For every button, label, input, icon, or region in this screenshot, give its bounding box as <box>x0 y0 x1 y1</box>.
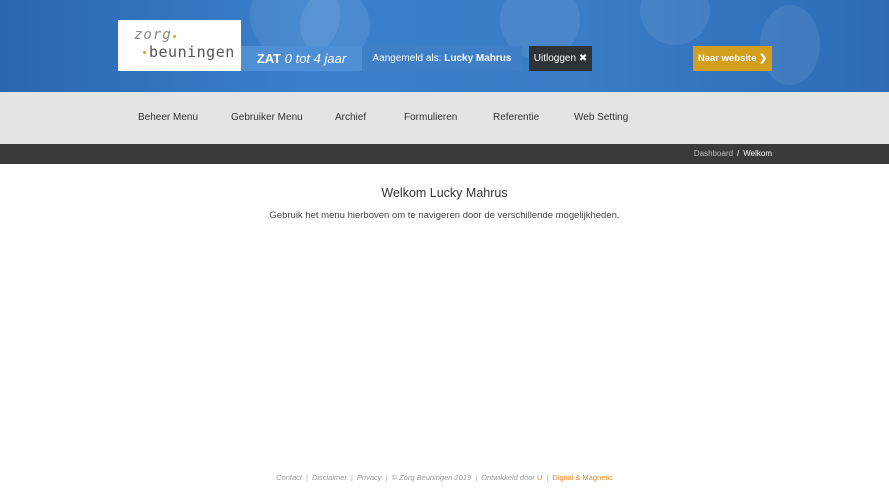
footer-separator: | <box>385 473 388 482</box>
logout-label: Uitloggen <box>533 53 577 64</box>
main-nav: Beheer Menu Gebruiker Menu Archief Formu… <box>0 92 889 144</box>
logged-in-user: Aangemeld als: Lucky Mahrus <box>362 46 522 71</box>
breadcrumb: Dashboard / Welkom <box>694 144 772 164</box>
breadcrumb-dashboard[interactable]: Dashboard <box>694 149 733 158</box>
nav-item-archief[interactable]: Archief <box>335 92 366 144</box>
footer-contact-link[interactable]: Contact <box>276 473 302 482</box>
footer-developed-by: Ontwikkeld door <box>481 473 535 482</box>
logo-text-zorg: zorg <box>134 27 172 43</box>
logged-in-label: Aangemeld als: <box>372 53 442 64</box>
welcome-message: Gebruik het menu hierboven om te naviger… <box>269 210 620 221</box>
breadcrumb-separator: / <box>737 149 740 158</box>
logo-dot <box>143 51 146 54</box>
program-age-range: 0 tot 4 jaar <box>284 51 347 66</box>
nav-item-formulieren[interactable]: Formulieren <box>404 92 457 144</box>
nav-item-referentie[interactable]: Referentie <box>493 92 539 144</box>
logo-text-beuningen: beuningen <box>149 43 235 61</box>
chevron-right-icon: ❯ <box>759 53 768 64</box>
footer-separator: | <box>350 473 353 482</box>
footer-disclaimer-link[interactable]: Disclaimer <box>312 473 347 482</box>
header-banner: zorg beuningen ZAT 0 tot 4 jaar Aangemel… <box>0 0 889 92</box>
nav-item-web-setting[interactable]: Web Setting <box>574 92 628 144</box>
breadcrumb-current: Welkom <box>743 149 772 158</box>
program-indicator: ZAT 0 tot 4 jaar <box>241 46 362 71</box>
logo-dot <box>173 35 176 38</box>
website-label: Naar website <box>697 53 757 64</box>
footer: Contact | Disclaimer | Privacy | © Zorg Beunin… <box>0 473 889 482</box>
nav-item-gebruiker-menu[interactable]: Gebruiker Menu <box>231 92 303 144</box>
logged-in-username: Lucky Mahrus <box>444 53 512 64</box>
footer-separator: | <box>546 473 549 482</box>
banner-photo-shape <box>640 0 710 45</box>
logo[interactable]: zorg beuningen <box>118 20 241 71</box>
footer-separator: | <box>475 473 478 482</box>
footer-developer-link[interactable]: Digital & Magnetic <box>552 473 612 482</box>
footer-separator: | <box>305 473 308 482</box>
close-icon: ✖ <box>578 53 588 64</box>
program-name: ZAT <box>256 51 282 66</box>
page-title: Welkom Lucky Mahrus <box>381 186 508 200</box>
go-to-website-button[interactable]: Naar website ❯ <box>693 46 772 71</box>
footer-privacy-link[interactable]: Privacy <box>357 473 382 482</box>
nav-item-beheer-menu[interactable]: Beheer Menu <box>138 92 198 144</box>
footer-copyright: © Zorg Beuningen 2019 <box>391 473 472 482</box>
banner-photo-shape <box>760 5 820 85</box>
logout-button[interactable]: Uitloggen ✖ <box>529 46 592 71</box>
breadcrumb-bar: Dashboard / Welkom <box>0 144 889 164</box>
